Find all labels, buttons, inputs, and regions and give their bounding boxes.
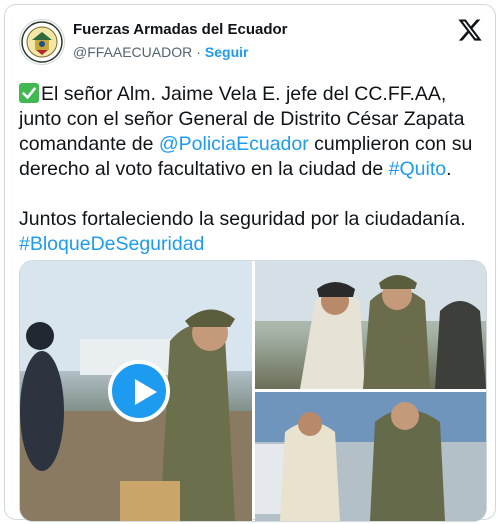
- hashtag-quito[interactable]: #Quito: [389, 158, 446, 180]
- play-icon: [135, 379, 157, 405]
- follow-button[interactable]: Seguir: [205, 44, 249, 60]
- author-handle[interactable]: @FFAAECUADOR: [73, 44, 192, 60]
- author-name[interactable]: Fuerzas Armadas del Ecuador: [73, 20, 288, 40]
- play-video-button[interactable]: [108, 360, 170, 422]
- tweet-line-1: El señor Alm. Jaime Vela E. jefe del CC.…: [19, 82, 485, 107]
- tweet-line-3: comandante de @PoliciaEcuador cumplieron…: [19, 133, 473, 155]
- photo-thumbnail-top[interactable]: [255, 261, 486, 389]
- separator-dot: ·: [196, 44, 201, 60]
- tweet-line-2: junto con el señor General de Distrito C…: [19, 108, 465, 130]
- author-handle-row: @FFAAECUADOR · Seguir: [73, 42, 248, 62]
- mention-policia-ecuador[interactable]: @PoliciaEcuador: [159, 133, 309, 155]
- tweet-line-5: Juntos fortaleciendo la seguridad por la…: [19, 208, 466, 230]
- tweet-line-4: derecho al voto facultativo en la ciudad…: [19, 158, 452, 180]
- media-grid: [19, 260, 487, 522]
- photo-thumbnail-bottom[interactable]: [255, 392, 486, 521]
- profile-avatar[interactable]: [19, 19, 65, 65]
- hashtag-bloque-de-seguridad[interactable]: #BloqueDeSeguridad: [19, 233, 204, 255]
- tweet-card[interactable]: Fuerzas Armadas del Ecuador @FFAAECUADOR…: [4, 4, 496, 522]
- x-logo-icon[interactable]: [457, 17, 483, 43]
- tweet-line-6: #BloqueDeSeguridad: [19, 232, 485, 257]
- white-heavy-check-mark-icon: [19, 83, 39, 103]
- tweet-text: El señor Alm. Jaime Vela E. jefe del CC.…: [19, 82, 485, 257]
